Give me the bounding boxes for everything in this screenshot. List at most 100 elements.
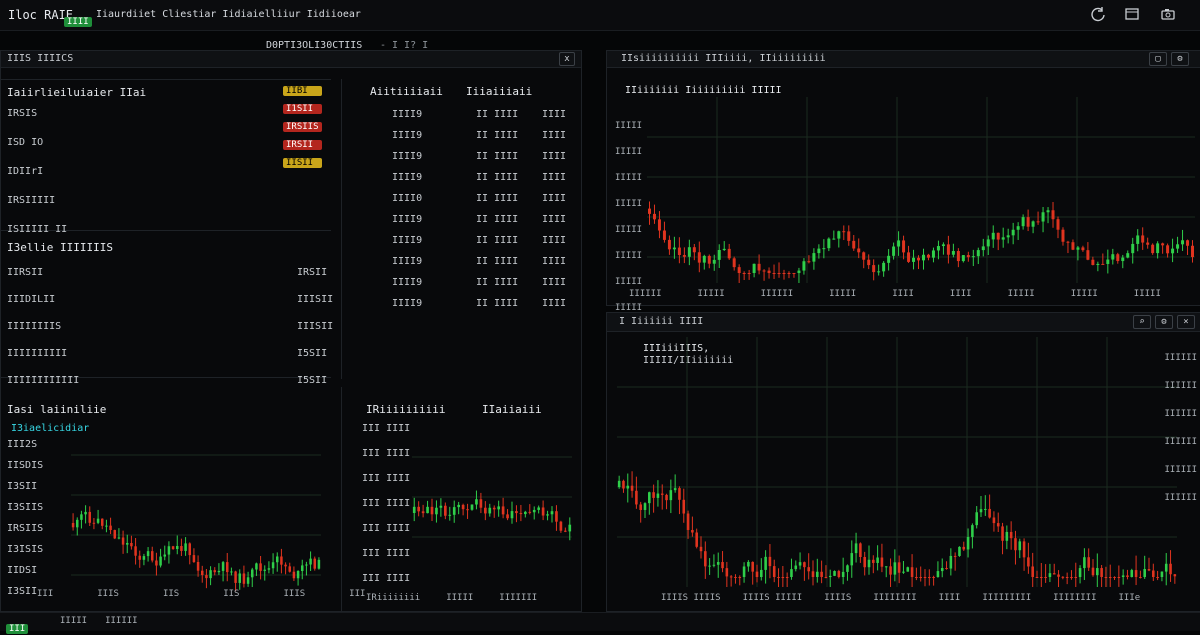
candle-body — [171, 546, 175, 550]
candle-body — [822, 248, 826, 250]
candle-body — [417, 506, 420, 512]
mid-col3-value: IIII — [542, 109, 567, 120]
candle-body — [288, 566, 291, 572]
mid-col3-value: IIII — [542, 256, 567, 267]
mid-bottom-footer-item: IIIIIII — [499, 593, 538, 603]
left-panel-close-text: x — [564, 54, 570, 64]
mid-col3-values: IIII IIII IIII IIII IIII IIII IIII IIII … — [542, 109, 566, 309]
candle-body — [953, 555, 957, 557]
candle-body — [138, 555, 141, 560]
section-1-badges: IIBI I1SII IRSIIS IRSII IISII — [283, 86, 322, 168]
mid-col2-value: II IIII — [476, 235, 519, 246]
right-bottom-xticks: IIIIS IIIIS IIIIS IIIII IIIIS IIIIIIII I… — [661, 593, 1140, 603]
candle-body — [992, 517, 996, 524]
section-2-title: I3ellie IIIIIIIS — [7, 241, 113, 254]
candle-body — [854, 543, 858, 554]
candle-body — [134, 546, 137, 556]
candle-body — [1040, 577, 1043, 578]
candle-body — [832, 238, 836, 240]
candle-body — [1091, 567, 1095, 576]
section-3-row: III2S — [7, 439, 38, 450]
left-panel-close-button[interactable]: x — [559, 52, 575, 66]
candle-body — [271, 562, 275, 569]
candle-body — [1031, 221, 1035, 227]
candle-body — [280, 556, 283, 565]
right-bottom-xtick: IIIIIIII — [873, 593, 917, 603]
mid-col2-value: II IIII — [476, 193, 519, 204]
candle-body — [768, 556, 772, 567]
right-bottom-close-button[interactable]: × — [1177, 315, 1195, 329]
candle-body — [919, 577, 922, 578]
candle-body — [757, 263, 761, 271]
camera-icon[interactable] — [1160, 6, 1176, 22]
section-3-rows: III2S IISDIS I3SII I3SIIS IRSIIS I3ISIS … — [7, 439, 43, 597]
section-3-candles — [71, 505, 321, 592]
candle-body — [781, 577, 785, 578]
candle-body — [155, 560, 158, 566]
candle-body — [1074, 577, 1078, 578]
mid-col1-value: IIII9 — [392, 298, 423, 309]
right-bottom-config-button[interactable]: ⚙ — [1155, 315, 1173, 329]
tab-badge[interactable]: IIII — [64, 9, 92, 28]
section-2-value: I5SII — [297, 348, 328, 359]
candle-body — [755, 571, 759, 577]
section-1-row: ISIIIII II — [7, 224, 68, 235]
right-top-xtick: IIIII — [1007, 289, 1035, 299]
candle-body — [946, 244, 950, 255]
right-bottom-zoom-button[interactable]: ⌕ — [1133, 315, 1151, 329]
right-top-ytick: IIIII — [615, 173, 643, 183]
candle-body — [971, 256, 975, 258]
candle-body — [712, 259, 716, 264]
candle-body — [1083, 557, 1086, 569]
right-bottom-panel: I Iiiiiii IIII ⌕ ⚙ × IIIiiiIIIS, IIIII/I… — [606, 312, 1200, 612]
candle-body — [687, 247, 691, 257]
mid-bottom-footer-item: IIIII — [446, 593, 474, 603]
candle-body — [747, 273, 751, 274]
candle-body — [84, 511, 87, 515]
candle-body — [71, 523, 75, 528]
candle-body — [656, 493, 660, 498]
right-top-xtick: IIII — [892, 289, 914, 299]
window-icon[interactable] — [1124, 6, 1140, 22]
mid-col1-value: IIII9 — [392, 235, 423, 246]
candle-body — [652, 213, 656, 220]
candle-body — [887, 255, 891, 263]
candle-body — [501, 506, 505, 515]
status-items: IIIII IIIIII — [60, 616, 138, 626]
candle-body — [492, 507, 496, 510]
section-2-row: IIIIIIIIIIII — [7, 375, 80, 386]
candle-body — [988, 508, 991, 518]
badge-red[interactable]: IRSIIS — [283, 122, 322, 132]
candle-body — [872, 559, 875, 563]
candle-body — [742, 273, 746, 274]
section-1-row: IDIIrI — [7, 166, 44, 177]
candle-body — [1027, 557, 1030, 567]
candle-body — [807, 567, 810, 572]
mid-col2-title: Iiiaiiiaii — [466, 85, 533, 98]
section-3-footer-item: IIS — [223, 589, 240, 599]
right-top-expand-button[interactable]: ▢ — [1149, 52, 1167, 66]
candle-body — [652, 492, 655, 498]
mid-bottom-row: III IIII — [362, 573, 411, 584]
candle-body — [850, 553, 854, 566]
mid-bottom-footer-item: IRiiiiiiii — [366, 593, 421, 603]
candle-body — [1001, 237, 1005, 240]
badge-red[interactable]: IRSII — [283, 140, 322, 150]
status-item: IIIIII — [105, 616, 138, 626]
address-row: D0PTI3OLI30CTIIS - I I? I — [266, 33, 586, 51]
candle-body — [1096, 263, 1100, 265]
mid-col1-values: IIII9 IIII9 IIII9 IIII9 IIII0 IIII9 IIII… — [392, 109, 422, 309]
badge-red[interactable]: I1SII — [283, 104, 322, 114]
candle-body — [862, 252, 866, 260]
section-2-value: IIISII — [297, 321, 334, 332]
candle-body — [96, 518, 100, 523]
refresh-icon[interactable] — [1090, 6, 1106, 22]
badge-yellow[interactable]: IISII — [283, 158, 322, 168]
badge-yellow[interactable]: IIBI — [283, 86, 322, 96]
candle-body — [932, 577, 935, 578]
candle-body — [1076, 247, 1080, 250]
candle-body — [537, 507, 540, 510]
candle-body — [880, 557, 884, 567]
candle-body — [787, 273, 791, 274]
right-top-settings-button[interactable]: ⚙ — [1171, 52, 1189, 66]
